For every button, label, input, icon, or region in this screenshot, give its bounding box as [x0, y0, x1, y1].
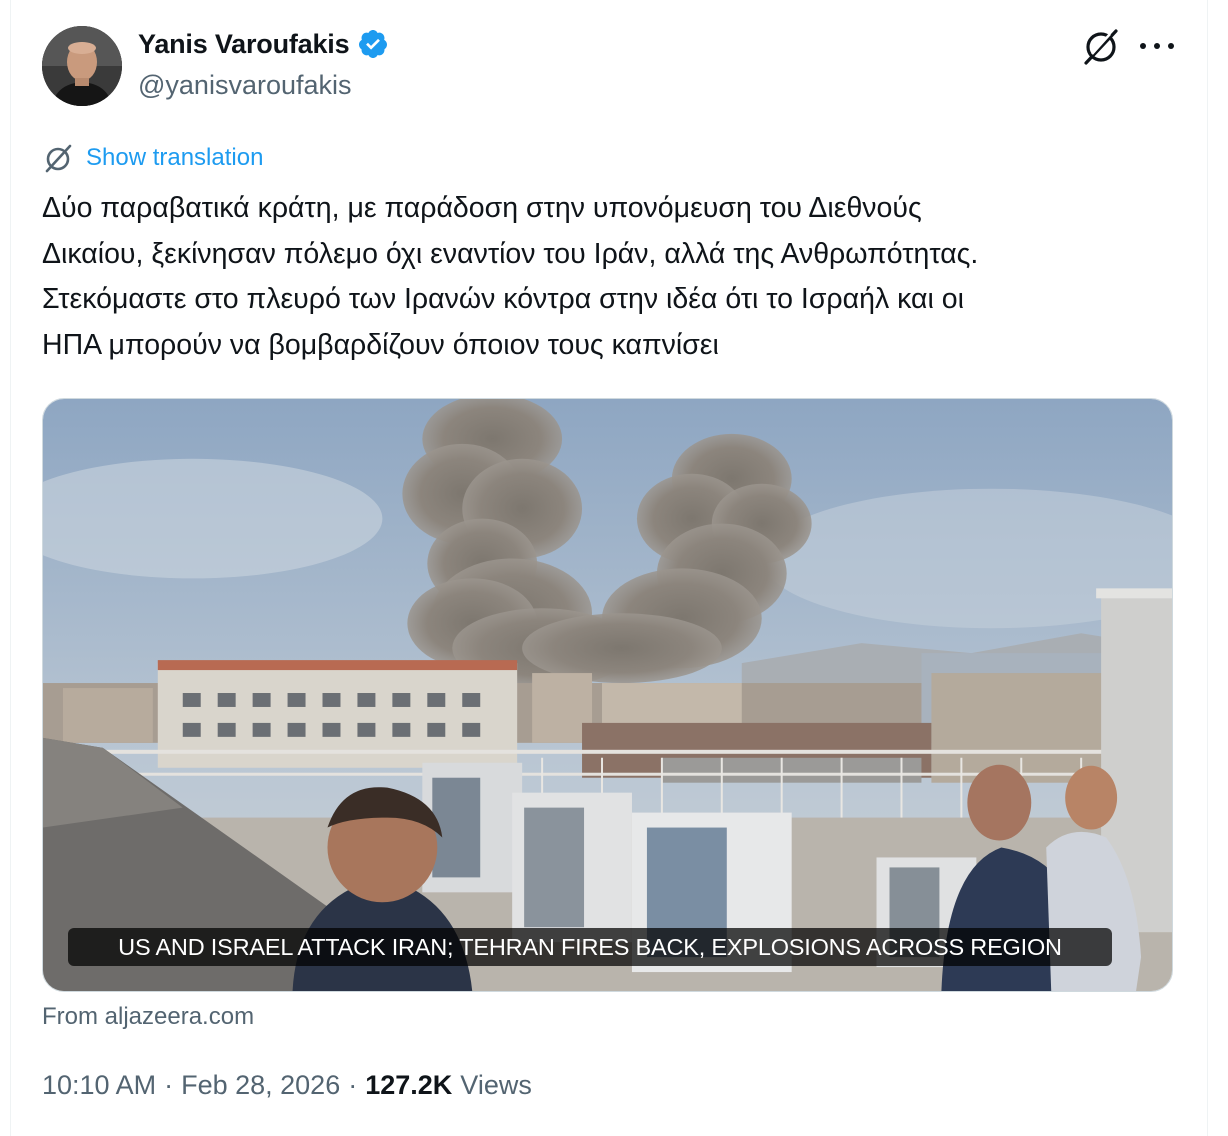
tweet-text-line: Δικαίου, ξεκίνησαν πόλεμο όχι εναντίον τ…: [42, 237, 979, 270]
link-source[interactable]: From aljazeera.com: [42, 1003, 254, 1031]
tweet-meta: 10:10 AM · Feb 28, 2026 · 127.2K Views: [42, 1070, 532, 1101]
grok-icon[interactable]: [1080, 26, 1122, 68]
tweet-text-line: Στεκόμαστε στο πλευρό των Ιρανών κόντρα …: [42, 283, 964, 315]
tweet-text-line: Δύο παραβατικά κράτη, με παράδοση στην υ…: [42, 192, 922, 224]
verified-badge-icon: [359, 30, 388, 58]
tweet-time[interactable]: 10:10 AM: [42, 1070, 156, 1101]
link-card-headline[interactable]: US AND ISRAEL ATTACK IRAN; TEHRAN FIRES …: [68, 928, 1112, 966]
dot: [1168, 43, 1174, 49]
views-count[interactable]: 127.2K: [365, 1070, 452, 1101]
dot: [1154, 43, 1160, 49]
author-name-row[interactable]: Yanis Varoufakis: [138, 28, 389, 60]
translate-icon: [45, 144, 72, 173]
author-name[interactable]: Yanis Varoufakis: [138, 29, 350, 60]
meta-separator: ·: [164, 1070, 174, 1100]
meta-separator: ·: [348, 1070, 358, 1100]
tweet-text-line: ΗΠΑ μπορούν να βομβαρδίζουν όποιον τους …: [42, 328, 719, 361]
more-options-icon[interactable]: [1140, 36, 1174, 56]
show-translation-label[interactable]: Show translation: [86, 144, 263, 172]
show-translation-button[interactable]: Show translation: [42, 142, 263, 174]
avatar-photo: [42, 26, 122, 106]
headline-text: US AND ISRAEL ATTACK IRAN; TEHRAN FIRES …: [118, 933, 1062, 960]
news-photo: [43, 399, 1172, 991]
tweet-date[interactable]: Feb 28, 2026: [181, 1070, 340, 1101]
author-avatar[interactable]: [42, 26, 122, 106]
dot: [1140, 43, 1146, 49]
tweet-text: Δύο παραβατικά κράτη, με παράδοση στην υ…: [42, 186, 1192, 368]
views-label: Views: [460, 1070, 532, 1100]
link-card-image[interactable]: [42, 398, 1173, 992]
author-handle[interactable]: @yanisvaroufakis: [138, 70, 352, 101]
